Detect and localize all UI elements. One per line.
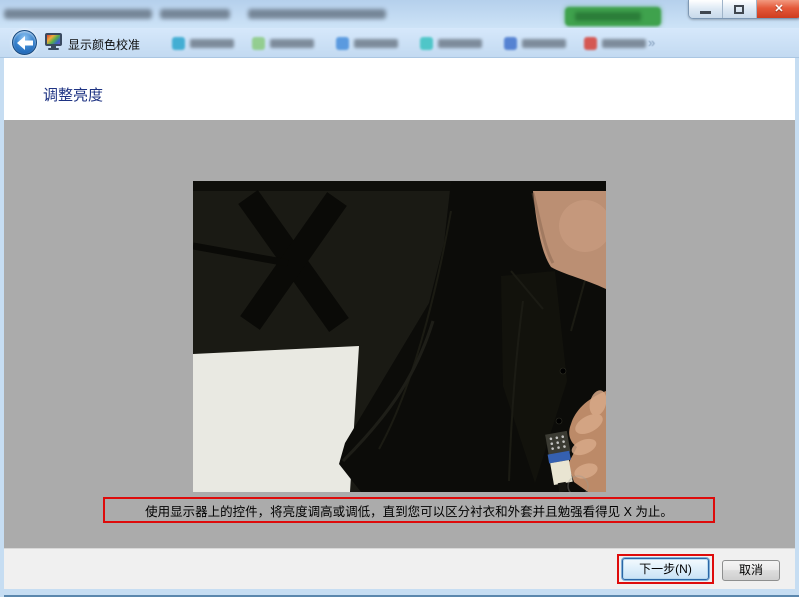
bookmark-item-blurred[interactable]: [504, 34, 566, 52]
wizard-window: 调整亮度: [0, 58, 799, 597]
wizard-toolbar: 显示颜色校准 »: [0, 28, 799, 58]
cancel-button[interactable]: 取消: [722, 560, 780, 581]
step-heading: 调整亮度: [43, 84, 103, 105]
bookmark-label-blurred: [602, 39, 646, 48]
back-button[interactable]: [12, 30, 37, 55]
next-button[interactable]: 下一步(N): [622, 558, 709, 580]
blurred-address-text: [248, 9, 386, 19]
bookmark-label-blurred: [522, 39, 566, 48]
white-card: [193, 346, 359, 492]
close-icon: ✕: [757, 2, 799, 15]
bookmark-favicon: [584, 37, 597, 50]
window-controls: ✕: [688, 0, 799, 19]
bookmark-label-blurred: [438, 39, 482, 48]
wizard-header: 调整亮度: [4, 58, 795, 120]
bookmark-favicon: [172, 37, 185, 50]
minimize-icon: [700, 11, 711, 14]
close-button[interactable]: ✕: [757, 0, 799, 18]
minimize-button[interactable]: [689, 0, 723, 18]
bookmark-item-blurred[interactable]: [420, 34, 482, 52]
display-calibration-icon: [45, 33, 62, 50]
blurred-button-label: [575, 12, 641, 21]
instruction-annotation-box: 使用显示器上的控件，将亮度调高或调低，直到您可以区分衬衣和外套并且勉强看得见 X…: [103, 497, 715, 523]
page-title: 显示颜色校准: [68, 36, 140, 53]
bookmark-label-blurred: [270, 39, 314, 48]
bookmark-item-blurred[interactable]: [336, 34, 398, 52]
bookmark-favicon: [336, 37, 349, 50]
bookmark-item-blurred[interactable]: [584, 34, 646, 52]
bookmark-item-blurred[interactable]: [252, 34, 314, 52]
bookmark-favicon: [252, 37, 265, 50]
bookmarks-overflow-chevron[interactable]: »: [648, 35, 655, 50]
bookmark-favicon: [420, 37, 433, 50]
wizard-content-area: 使用显示器上的控件，将亮度调高或调低，直到您可以区分衬衣和外套并且勉强看得见 X…: [4, 120, 795, 548]
back-arrow-icon: [17, 36, 33, 50]
bookmark-item-blurred[interactable]: [172, 34, 234, 52]
next-button-annotation-box: 下一步(N): [617, 554, 714, 584]
wizard-footer: 下一步(N) 取消: [4, 548, 795, 589]
browser-titlebar: ✕: [0, 0, 799, 28]
brightness-sample-photo: [193, 181, 606, 492]
blurred-address-text: [160, 9, 230, 19]
bookmark-label-blurred: [354, 39, 398, 48]
blurred-address-text: [4, 9, 152, 19]
maximize-button[interactable]: [723, 0, 757, 18]
bookmark-label-blurred: [190, 39, 234, 48]
bookmark-favicon: [504, 37, 517, 50]
instruction-text: 使用显示器上的控件，将亮度调高或调低，直到您可以区分衬衣和外套并且勉强看得见 X…: [145, 501, 673, 520]
browser-quick-access-button[interactable]: [565, 7, 661, 26]
maximize-icon: [734, 5, 744, 14]
